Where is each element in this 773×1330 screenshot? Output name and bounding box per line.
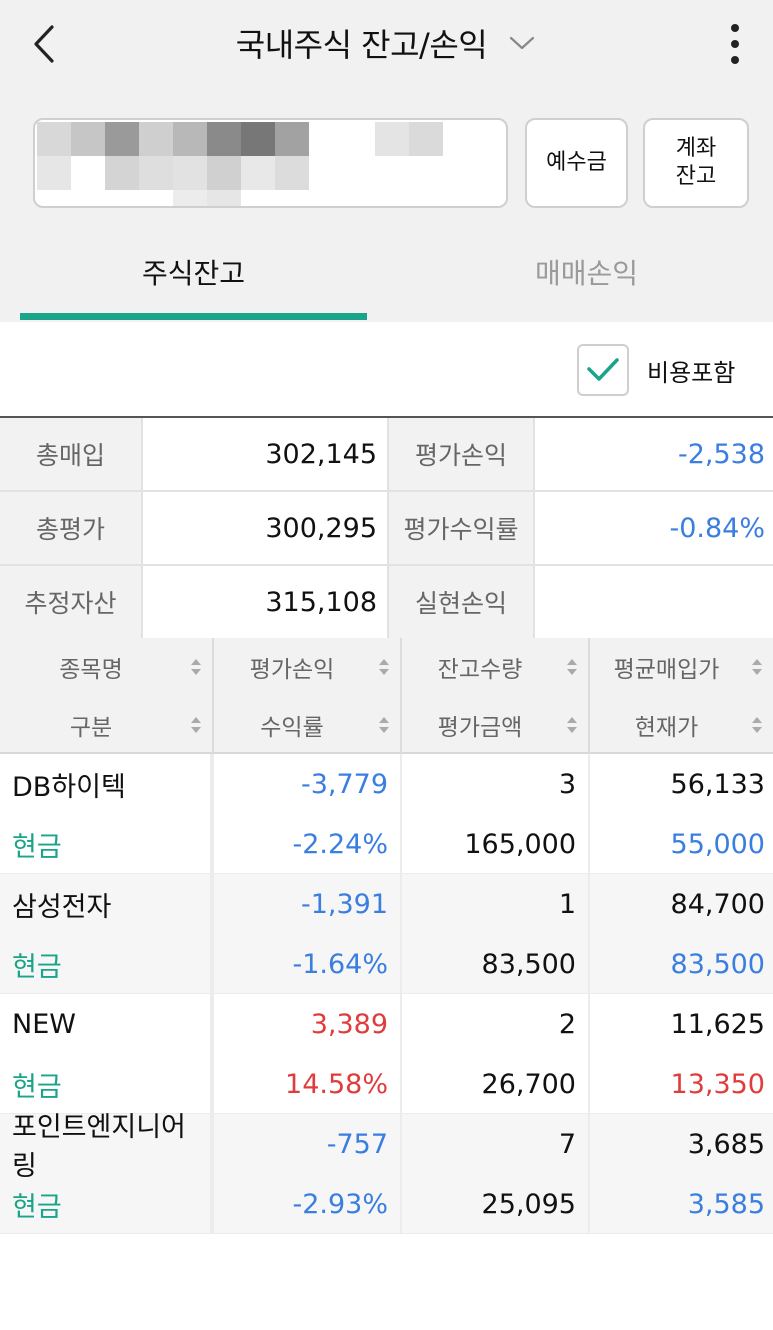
sort-icon <box>567 659 577 675</box>
column-header[interactable]: 잔고수량 <box>402 638 590 696</box>
account-type: 현금 <box>0 934 214 994</box>
tab-trade-pnl[interactable]: 매매손익 <box>400 238 773 322</box>
summary-label: 평가손익 <box>389 418 535 490</box>
account-type: 현금 <box>0 1174 214 1234</box>
current-price: 55,000 <box>670 828 765 860</box>
account-selector[interactable] <box>33 118 508 208</box>
include-fees-option[interactable]: 비용포함 <box>577 344 735 396</box>
holding-qty: 7 <box>402 1114 590 1174</box>
check-icon <box>587 358 619 381</box>
table-row[interactable]: 포인트엔지니어링 -757 7 3,685 현금 -2.93% 25,095 3… <box>0 1112 773 1234</box>
column-header[interactable]: 평가금액 <box>402 696 590 754</box>
eval-pnl: -3,779 <box>214 754 402 814</box>
avg-buy-price: 3,685 <box>687 1128 765 1160</box>
return-rate: 14.58% <box>214 1054 402 1114</box>
chevron-down-icon[interactable] <box>509 33 537 53</box>
current-price: 3,585 <box>687 1188 765 1220</box>
current-price: 13,350 <box>670 1068 765 1100</box>
holdings-table-body: DB하이텍 -3,779 3 56,133 현금 -2.24% 165,000 … <box>0 754 773 1234</box>
active-tab-indicator <box>20 313 367 320</box>
summary-value: -2,538 <box>535 418 773 490</box>
include-fees-label: 비용포함 <box>647 358 736 387</box>
eval-pnl: -1,391 <box>214 874 402 934</box>
page-title[interactable]: 국내주식 잔고/손익 <box>236 20 488 66</box>
table-row[interactable]: DB하이텍 -3,779 3 56,133 현금 -2.24% 165,000 … <box>0 754 773 874</box>
summary-label: 총매입 <box>0 418 143 490</box>
return-rate: -2.24% <box>214 814 402 874</box>
summary-row: 총매입 302,145 평가손익 -2,538 <box>0 418 773 492</box>
column-header[interactable]: 수익률 <box>214 696 402 754</box>
column-header[interactable]: 평가손익 <box>214 638 402 696</box>
eval-amount: 25,095 <box>402 1174 590 1234</box>
summary-label: 실현손익 <box>389 566 535 638</box>
current-price: 83,500 <box>670 948 765 980</box>
sort-icon <box>379 659 389 675</box>
eval-pnl: -757 <box>214 1114 402 1174</box>
stock-name: 삼성전자 <box>0 874 214 934</box>
column-header[interactable]: 구분 <box>0 696 214 754</box>
column-header[interactable]: 평균매입가 <box>590 638 773 696</box>
eval-amount: 165,000 <box>402 814 590 874</box>
summary-value: 302,145 <box>143 418 389 490</box>
sort-icon <box>752 659 762 675</box>
summary-label: 추정자산 <box>0 566 143 638</box>
header: 국내주식 잔고/손익 <box>0 18 773 68</box>
table-row[interactable]: NEW 3,389 2 11,625 현금 14.58% 26,700 13,3… <box>0 994 773 1114</box>
stock-name: NEW <box>0 994 214 1054</box>
avg-buy-price: 11,625 <box>670 1008 765 1040</box>
sort-icon <box>752 717 762 733</box>
summary-label: 총평가 <box>0 492 143 564</box>
holdings-table-header: 종목명 평가손익 잔고수량 평균매입가 구분 수익률 평가금액 현재가 <box>0 638 773 754</box>
stock-name: 포인트엔지니어링 <box>0 1112 214 1182</box>
deposit-button[interactable]: 예수금 <box>525 118 628 208</box>
summary-row: 총평가 300,295 평가수익률 -0.84% <box>0 492 773 566</box>
summary-label: 평가수익률 <box>389 492 535 564</box>
summary-table: 총매입 302,145 평가손익 -2,538 총평가 300,295 평가수익… <box>0 416 773 640</box>
holding-qty: 1 <box>402 874 590 934</box>
table-row[interactable]: 삼성전자 -1,391 1 84,700 현금 -1.64% 83,500 83… <box>0 874 773 994</box>
summary-value: -0.84% <box>535 492 773 564</box>
column-header[interactable]: 현재가 <box>590 696 773 754</box>
summary-value: 300,295 <box>143 492 389 564</box>
summary-value: 315,108 <box>143 566 389 638</box>
sort-icon <box>191 659 201 675</box>
return-rate: -2.93% <box>214 1174 402 1234</box>
column-header[interactable]: 종목명 <box>0 638 214 696</box>
avg-buy-price: 84,700 <box>670 888 765 920</box>
account-balance-button[interactable]: 계좌 잔고 <box>643 118 749 208</box>
eval-amount: 83,500 <box>402 934 590 994</box>
sort-icon <box>379 717 389 733</box>
summary-row: 추정자산 315,108 실현손익 <box>0 566 773 640</box>
holding-qty: 2 <box>402 994 590 1054</box>
more-menu-icon[interactable] <box>720 22 750 66</box>
stock-name: DB하이텍 <box>0 754 214 814</box>
tab-stock-balance[interactable]: 주식잔고 <box>20 238 367 322</box>
sort-icon <box>567 717 577 733</box>
holding-qty: 3 <box>402 754 590 814</box>
return-rate: -1.64% <box>214 934 402 994</box>
account-type: 현금 <box>0 814 214 874</box>
avg-buy-price: 56,133 <box>670 768 765 800</box>
sort-icon <box>191 717 201 733</box>
eval-amount: 26,700 <box>402 1054 590 1114</box>
summary-value <box>535 566 773 638</box>
include-fees-checkbox[interactable] <box>577 344 629 396</box>
eval-pnl: 3,389 <box>214 994 402 1054</box>
